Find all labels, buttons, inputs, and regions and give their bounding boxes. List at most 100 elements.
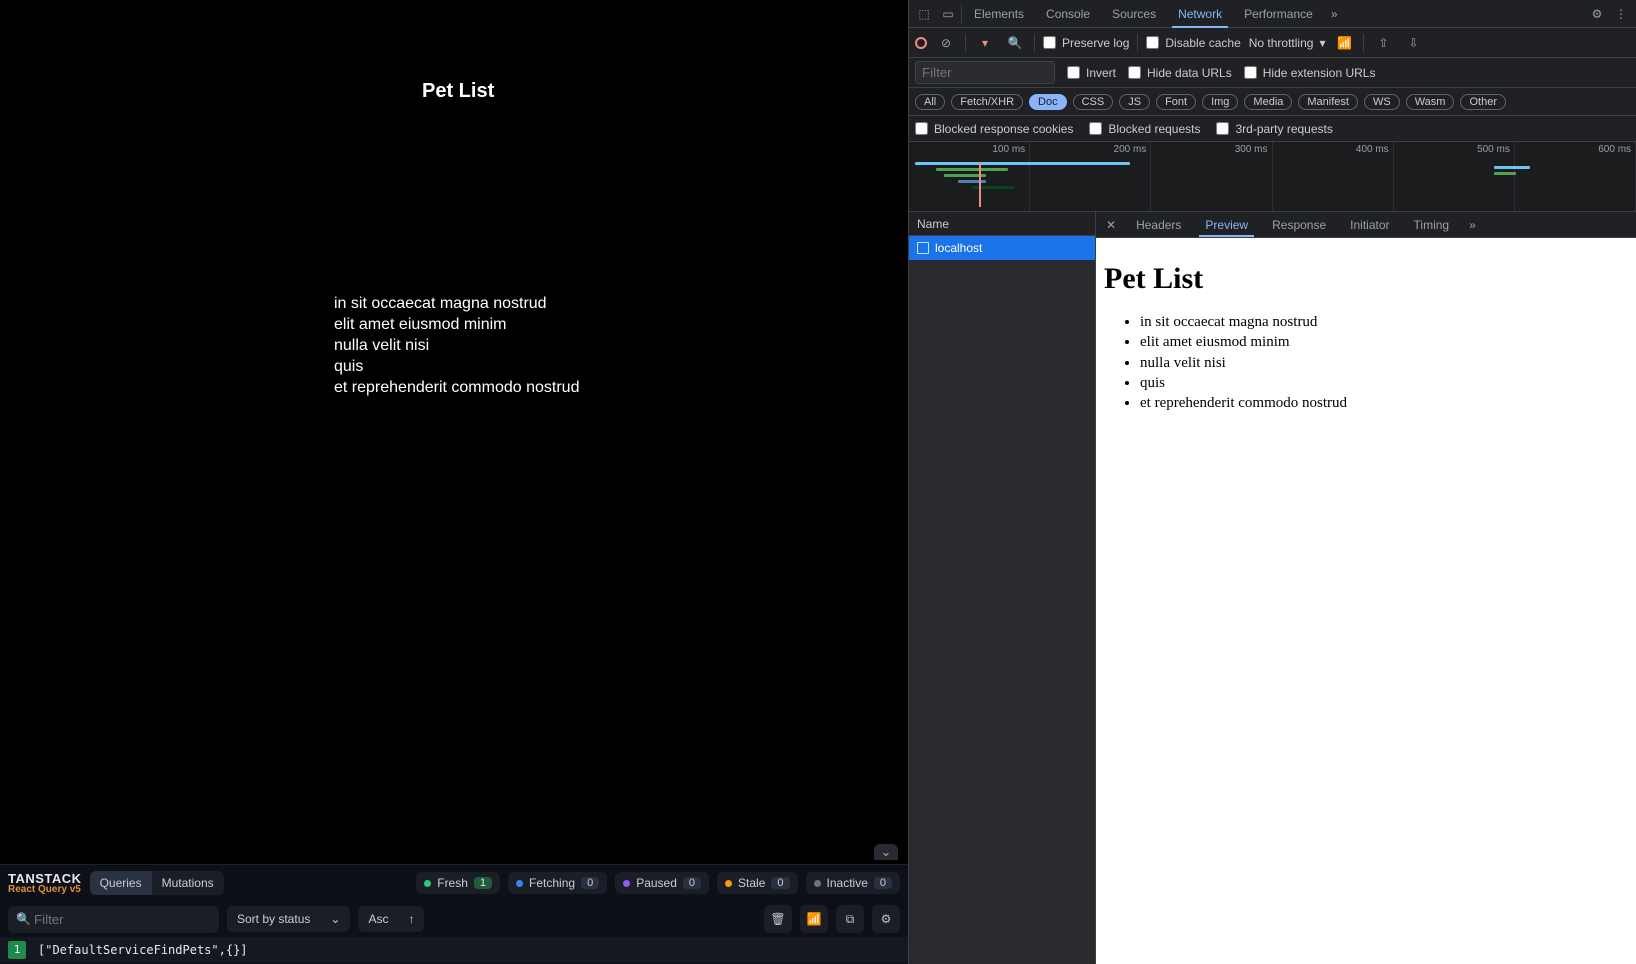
type-doc[interactable]: Doc xyxy=(1029,94,1067,110)
type-other[interactable]: Other xyxy=(1460,94,1506,110)
rq-status-stale[interactable]: Stale 0 xyxy=(717,872,797,894)
preview-item: et reprehenderit commodo nostrud xyxy=(1140,393,1628,413)
device-toolbar-button[interactable]: ▭ xyxy=(937,3,959,25)
rq-tab-mutations[interactable]: Mutations xyxy=(152,871,224,895)
type-js[interactable]: JS xyxy=(1119,94,1150,110)
record-button[interactable] xyxy=(915,37,927,49)
rq-sort-label: Sort by status xyxy=(237,912,310,926)
dot-icon xyxy=(516,880,523,887)
tabs-overflow-button[interactable]: » xyxy=(1325,7,1344,21)
close-detail-button[interactable]: ✕ xyxy=(1100,218,1122,232)
page-title: Pet List xyxy=(422,80,494,103)
subtab-timing[interactable]: Timing xyxy=(1404,214,1460,236)
subtabs-overflow-button[interactable]: » xyxy=(1463,218,1482,232)
blocked-cookies-checkbox[interactable]: Blocked response cookies xyxy=(915,122,1073,136)
devtools-tabbar: ⬚ ▭ Elements Console Sources Network Per… xyxy=(909,0,1636,28)
type-css[interactable]: CSS xyxy=(1073,94,1114,110)
export-har-button[interactable]: ⇩ xyxy=(1402,32,1424,54)
request-row-localhost[interactable]: localhost xyxy=(909,236,1095,260)
network-filterbar: Invert Hide data URLs Hide extension URL… xyxy=(909,58,1636,88)
preview-item: quis xyxy=(1140,373,1628,393)
rq-filter-input[interactable] xyxy=(8,906,219,933)
blocked-requests-label: Blocked requests xyxy=(1108,122,1200,136)
rq-query-row[interactable]: 1 ["DefaultServiceFindPets",{}] xyxy=(0,937,908,963)
type-media[interactable]: Media xyxy=(1244,94,1292,110)
subtab-response[interactable]: Response xyxy=(1262,214,1336,236)
hide-data-urls-checkbox[interactable]: Hide data URLs xyxy=(1128,66,1232,80)
type-fetch-xhr[interactable]: Fetch/XHR xyxy=(951,94,1023,110)
rq-settings-button[interactable]: ⚙ xyxy=(872,905,900,933)
throttling-select[interactable]: No throttling ▾ xyxy=(1249,36,1326,50)
network-waterfall-overview[interactable]: 100 ms 200 ms 300 ms 400 ms 500 ms 600 m… xyxy=(909,142,1636,212)
rq-tab-queries[interactable]: Queries xyxy=(90,871,152,895)
rq-status-label: Inactive xyxy=(827,876,868,890)
rq-status-label: Paused xyxy=(636,876,677,890)
type-img[interactable]: Img xyxy=(1202,94,1238,110)
disable-cache-checkbox[interactable]: Disable cache xyxy=(1146,36,1240,50)
rq-popout-button[interactable]: ⧉ xyxy=(836,905,864,933)
arrow-up-icon: ↑ xyxy=(408,912,414,926)
dot-icon xyxy=(623,880,630,887)
inspect-element-button[interactable]: ⬚ xyxy=(913,3,935,25)
rq-status-inactive[interactable]: Inactive 0 xyxy=(806,872,900,894)
clear-icon: ⊘ xyxy=(941,36,951,50)
inspect-icon: ⬚ xyxy=(918,7,929,21)
third-party-checkbox[interactable]: 3rd-party requests xyxy=(1216,122,1332,136)
waterfall-tick: 200 ms xyxy=(1114,144,1147,155)
search-button[interactable]: 🔍 xyxy=(1004,32,1026,54)
kebab-icon: ⋮ xyxy=(1615,7,1627,21)
hide-ext-urls-checkbox[interactable]: Hide extension URLs xyxy=(1244,66,1376,80)
type-ws[interactable]: WS xyxy=(1364,94,1400,110)
app-page: Pet List in sit occaecat magna nostrud e… xyxy=(0,0,908,864)
rq-clear-button[interactable]: 🗑 xyxy=(764,905,792,933)
type-font[interactable]: Font xyxy=(1156,94,1196,110)
tab-performance[interactable]: Performance xyxy=(1234,1,1323,27)
tab-elements[interactable]: Elements xyxy=(964,1,1034,27)
waterfall-tick: 600 ms xyxy=(1598,144,1631,155)
document-icon xyxy=(917,242,929,254)
blocked-requests-checkbox[interactable]: Blocked requests xyxy=(1089,122,1200,136)
rq-offline-button[interactable]: 📶 xyxy=(800,905,828,933)
network-block-filters: Blocked response cookies Blocked request… xyxy=(909,116,1636,142)
import-har-button[interactable]: ⇧ xyxy=(1372,32,1394,54)
rq-order-toggle[interactable]: Asc ↑ xyxy=(358,906,424,932)
chevrons-right-icon: » xyxy=(1469,218,1476,232)
popout-icon: ⧉ xyxy=(846,912,855,927)
devtools-settings-button[interactable]: ⚙ xyxy=(1586,3,1608,25)
chevron-down-icon: ⌄ xyxy=(881,844,892,860)
rq-status-fresh[interactable]: Fresh 1 xyxy=(416,872,500,894)
rq-status-paused[interactable]: Paused 0 xyxy=(615,872,709,894)
tab-sources[interactable]: Sources xyxy=(1102,1,1166,27)
preserve-log-checkbox[interactable]: Preserve log xyxy=(1043,36,1129,50)
filter-toggle-button[interactable]: ▾ xyxy=(974,32,996,54)
gear-icon: ⚙ xyxy=(881,912,892,926)
throttling-label: No throttling xyxy=(1249,36,1314,50)
network-body: Name localhost ✕ Headers Preview Respons… xyxy=(909,212,1636,964)
request-list-header[interactable]: Name xyxy=(909,212,1095,236)
network-filter-input[interactable] xyxy=(915,61,1055,84)
devtools-more-button[interactable]: ⋮ xyxy=(1610,3,1632,25)
invert-checkbox[interactable]: Invert xyxy=(1067,66,1116,80)
subtab-headers[interactable]: Headers xyxy=(1126,214,1191,236)
type-wasm[interactable]: Wasm xyxy=(1406,94,1455,110)
rq-status-fetching[interactable]: Fetching 0 xyxy=(508,872,607,894)
rq-collapse-toggle[interactable]: ⌄ xyxy=(874,844,898,860)
rq-sort-select[interactable]: Sort by status ⌄ xyxy=(227,906,350,932)
network-conditions-button[interactable]: 📶 xyxy=(1333,32,1355,54)
rq-observer-count: 1 xyxy=(8,941,26,959)
wifi-icon: 📶 xyxy=(807,912,822,926)
clear-button[interactable]: ⊘ xyxy=(935,32,957,54)
pet-list: in sit occaecat magna nostrud elit amet … xyxy=(334,293,579,398)
network-type-filters: All Fetch/XHR Doc CSS JS Font Img Media … xyxy=(909,88,1636,116)
gear-icon: ⚙ xyxy=(1592,7,1603,21)
hide-ext-urls-label: Hide extension URLs xyxy=(1263,66,1376,80)
subtab-initiator[interactable]: Initiator xyxy=(1340,214,1399,236)
subtab-preview[interactable]: Preview xyxy=(1195,214,1258,236)
request-subtabs: ✕ Headers Preview Response Initiator Tim… xyxy=(1096,212,1636,238)
rq-status-count: 1 xyxy=(474,877,492,889)
type-all[interactable]: All xyxy=(915,94,945,110)
type-manifest[interactable]: Manifest xyxy=(1298,94,1358,110)
response-preview[interactable]: Pet List in sit occaecat magna nostrud e… xyxy=(1096,238,1636,964)
tab-network[interactable]: Network xyxy=(1168,1,1232,27)
tab-console[interactable]: Console xyxy=(1036,1,1100,27)
